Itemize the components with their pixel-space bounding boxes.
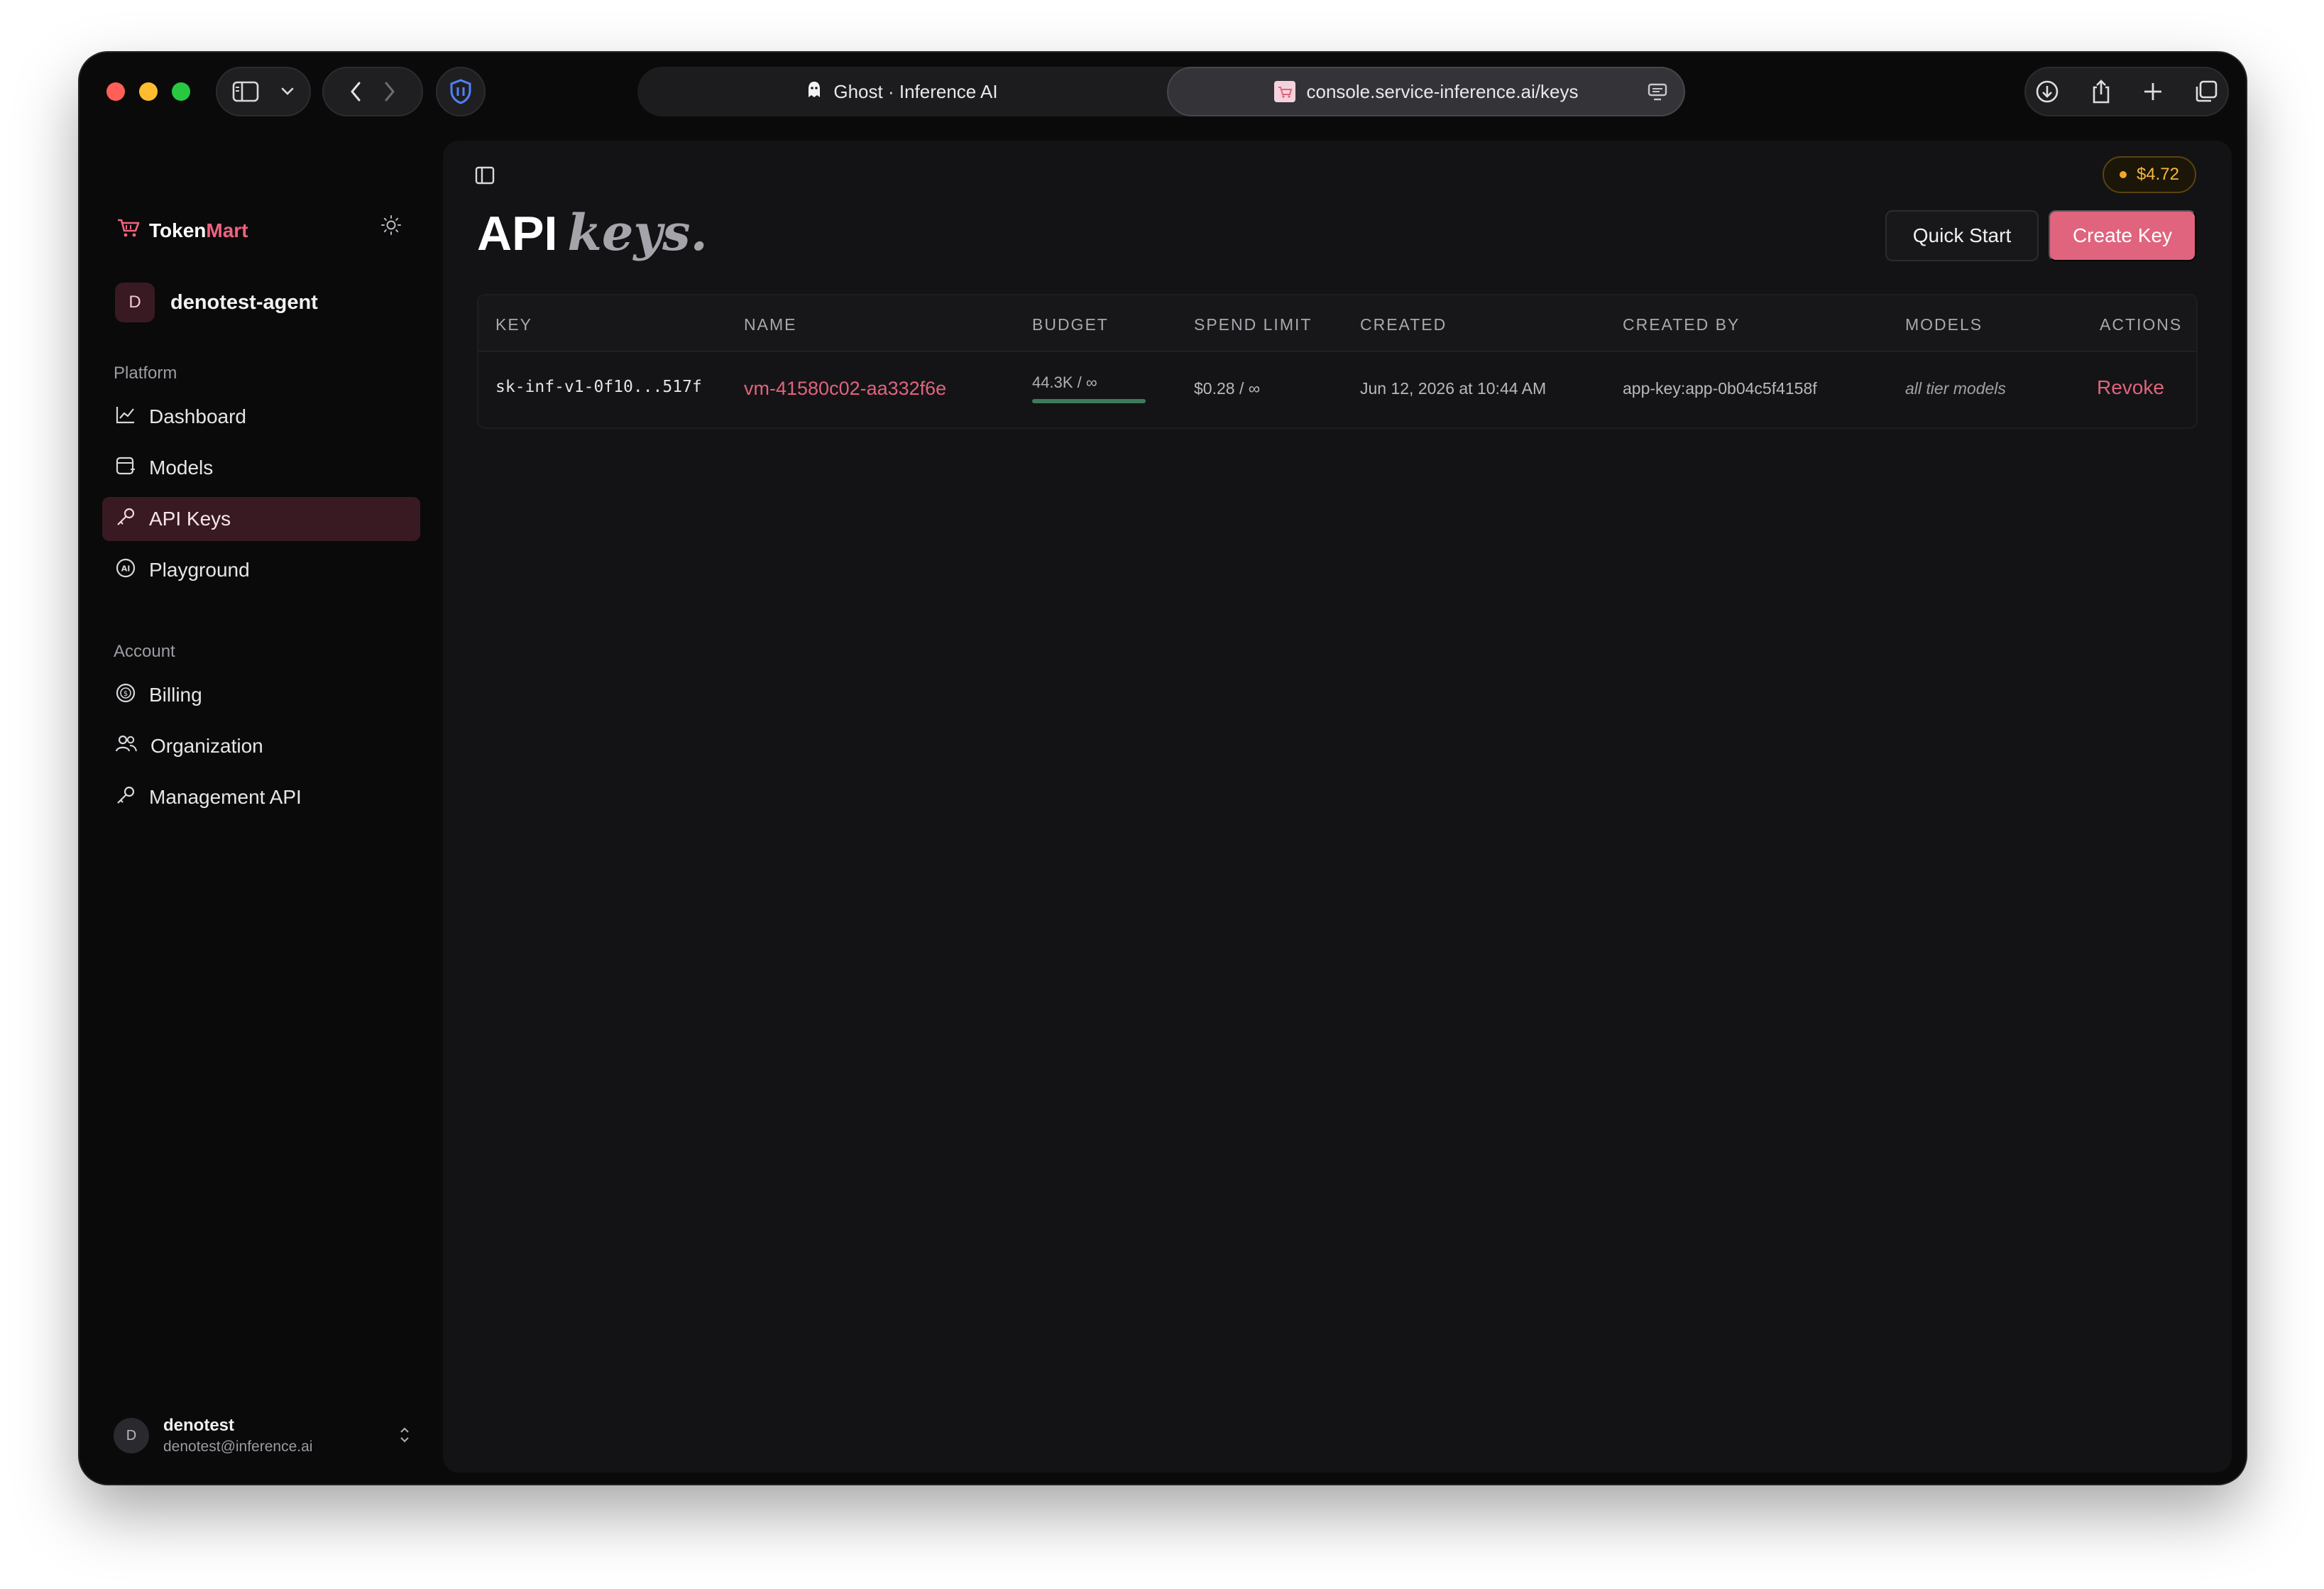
download-icon[interactable] xyxy=(2035,80,2059,104)
navigation-group xyxy=(322,67,423,116)
browser-window: Ghost · Inference AI console.service-inf… xyxy=(80,53,2246,1484)
budget-progress-fill xyxy=(1032,399,1146,403)
reader-mode-icon[interactable] xyxy=(1647,82,1668,107)
user-email: denotest@inference.ai xyxy=(163,1438,313,1455)
brand-part2: Mart xyxy=(206,219,248,241)
sidebar-item-api-keys[interactable]: API Keys xyxy=(102,497,420,541)
browser-actions xyxy=(2024,67,2229,116)
budget-cell: 44.3K / ∞ xyxy=(1032,373,1146,403)
column-header-budget: BUDGET xyxy=(1032,315,1109,334)
key-cell[interactable]: sk-inf-v1-0f10...517f xyxy=(495,378,702,396)
sidebar-item-billing[interactable]: $ Billing xyxy=(102,673,420,717)
user-menu[interactable]: D denotest denotest@inference.ai xyxy=(114,1416,412,1456)
zoom-window-button[interactable] xyxy=(172,82,190,101)
api-keys-table: KEY NAME BUDGET SPEND LIMIT CREATED CREA… xyxy=(477,294,2198,429)
org-avatar: D xyxy=(115,283,155,322)
budget-value: 44.3K / ∞ xyxy=(1032,373,1097,391)
dollar-circle-icon: $ xyxy=(115,682,136,709)
sidebar-toggle-group xyxy=(216,67,311,116)
page-title-accent: keys. xyxy=(567,203,708,262)
sidebar-item-label: Models xyxy=(149,457,214,479)
models-cell: all tier models xyxy=(1905,379,2006,398)
column-header-models: MODELS xyxy=(1905,315,1983,334)
spend-limit-cell: $0.28 / ∞ xyxy=(1194,379,1261,398)
share-icon[interactable] xyxy=(2090,79,2112,104)
page-title-main: API xyxy=(477,207,558,261)
created-cell: Jun 12, 2026 at 10:44 AM xyxy=(1360,379,1547,398)
sidebar-item-label: Management API xyxy=(149,786,302,808)
column-header-created-by: CREATED BY xyxy=(1623,315,1741,334)
sidebar-item-management-api[interactable]: Management API xyxy=(102,775,420,819)
chart-line-icon xyxy=(115,405,136,430)
sidebar-item-label: Playground xyxy=(149,559,250,581)
sidebar-item-label: Organization xyxy=(150,735,263,757)
user-avatar: D xyxy=(114,1418,149,1453)
main-content: $4.72 API keys. Quick Start Create Key K… xyxy=(443,141,2232,1473)
cart-logo-icon xyxy=(116,217,141,244)
ai-badge-icon: AI xyxy=(115,557,136,584)
balance-badge[interactable]: $4.72 xyxy=(2102,156,2196,193)
users-icon xyxy=(115,733,138,760)
sidebar-item-label: API Keys xyxy=(149,508,231,530)
shield-icon xyxy=(449,79,472,104)
close-window-button[interactable] xyxy=(106,82,125,101)
tokenmart-favicon-icon xyxy=(1273,81,1295,102)
table-row: sk-inf-v1-0f10...517f vm-41580c02-aa332f… xyxy=(478,352,2196,429)
browser-toolbar: Ghost · Inference AI console.service-inf… xyxy=(80,53,2246,132)
org-name: denotest-agent xyxy=(170,290,318,314)
brand-part1: Token xyxy=(149,219,207,241)
budget-progress-bar xyxy=(1032,399,1146,403)
tab-console[interactable]: console.service-inference.ai/keys xyxy=(1167,67,1685,116)
ghost-icon xyxy=(806,80,822,104)
address-text: console.service-inference.ai/keys xyxy=(1306,80,1579,102)
balance-dot-icon xyxy=(2119,171,2127,178)
created-by-cell: app-key:app-0b04c5f4158f xyxy=(1623,379,1817,398)
svg-text:AI: AI xyxy=(121,564,131,573)
tab-bar: Ghost · Inference AI console.service-inf… xyxy=(637,67,1685,116)
table-header: KEY NAME BUDGET SPEND LIMIT CREATED CREA… xyxy=(478,295,2196,352)
sidebar-item-label: Billing xyxy=(149,684,202,706)
name-cell[interactable]: vm-41580c02-aa332f6e xyxy=(744,378,946,400)
column-header-name: NAME xyxy=(744,315,797,334)
back-arrow-icon[interactable] xyxy=(349,81,362,102)
new-tab-plus-icon[interactable] xyxy=(2143,82,2163,102)
password-manager-button[interactable] xyxy=(436,67,486,116)
tab-overview-icon[interactable] xyxy=(2194,80,2218,104)
brand-logo[interactable]: TokenMart xyxy=(116,217,248,244)
user-name: denotest xyxy=(163,1416,235,1435)
sidebar-item-playground[interactable]: AI Playground xyxy=(102,548,420,592)
chevron-down-icon[interactable] xyxy=(280,87,295,97)
column-header-created: CREATED xyxy=(1360,315,1447,334)
page-title: API keys. xyxy=(477,203,708,262)
column-header-key: KEY xyxy=(495,315,533,334)
column-header-actions: ACTIONS xyxy=(2100,315,2183,334)
sidebar-item-dashboard[interactable]: Dashboard xyxy=(102,395,420,439)
sidebar-collapse-icon[interactable] xyxy=(474,165,495,190)
key-icon xyxy=(115,506,136,533)
org-switcher[interactable]: D denotest-agent xyxy=(115,283,318,322)
revoke-button[interactable]: Revoke xyxy=(2097,376,2164,399)
minimize-window-button[interactable] xyxy=(139,82,158,101)
browser-sidebar-icon[interactable] xyxy=(232,81,259,102)
sidebar-item-models[interactable]: Models xyxy=(102,446,420,490)
section-label-account: Account xyxy=(114,642,175,661)
column-header-spend-limit: SPEND LIMIT xyxy=(1194,315,1312,334)
svg-text:$: $ xyxy=(124,690,128,698)
sidebar-item-label: Dashboard xyxy=(149,405,246,427)
sidebar-item-organization[interactable]: Organization xyxy=(102,724,420,768)
balance-amount: $4.72 xyxy=(2136,165,2179,184)
models-icon xyxy=(115,455,136,481)
tab-ghost[interactable]: Ghost · Inference AI xyxy=(637,67,1167,116)
app-sidebar: TokenMart D denotest-agent Platform Dash… xyxy=(80,132,443,1484)
forward-arrow-icon[interactable] xyxy=(383,81,396,102)
chevron-up-down-icon[interactable] xyxy=(398,1424,412,1449)
quick-start-button[interactable]: Quick Start xyxy=(1885,210,2039,261)
tab-label: Ghost · Inference AI xyxy=(833,80,998,102)
section-label-platform: Platform xyxy=(114,364,177,383)
sun-icon[interactable] xyxy=(380,214,402,239)
create-key-button[interactable]: Create Key xyxy=(2049,210,2196,261)
key-icon xyxy=(115,785,136,811)
